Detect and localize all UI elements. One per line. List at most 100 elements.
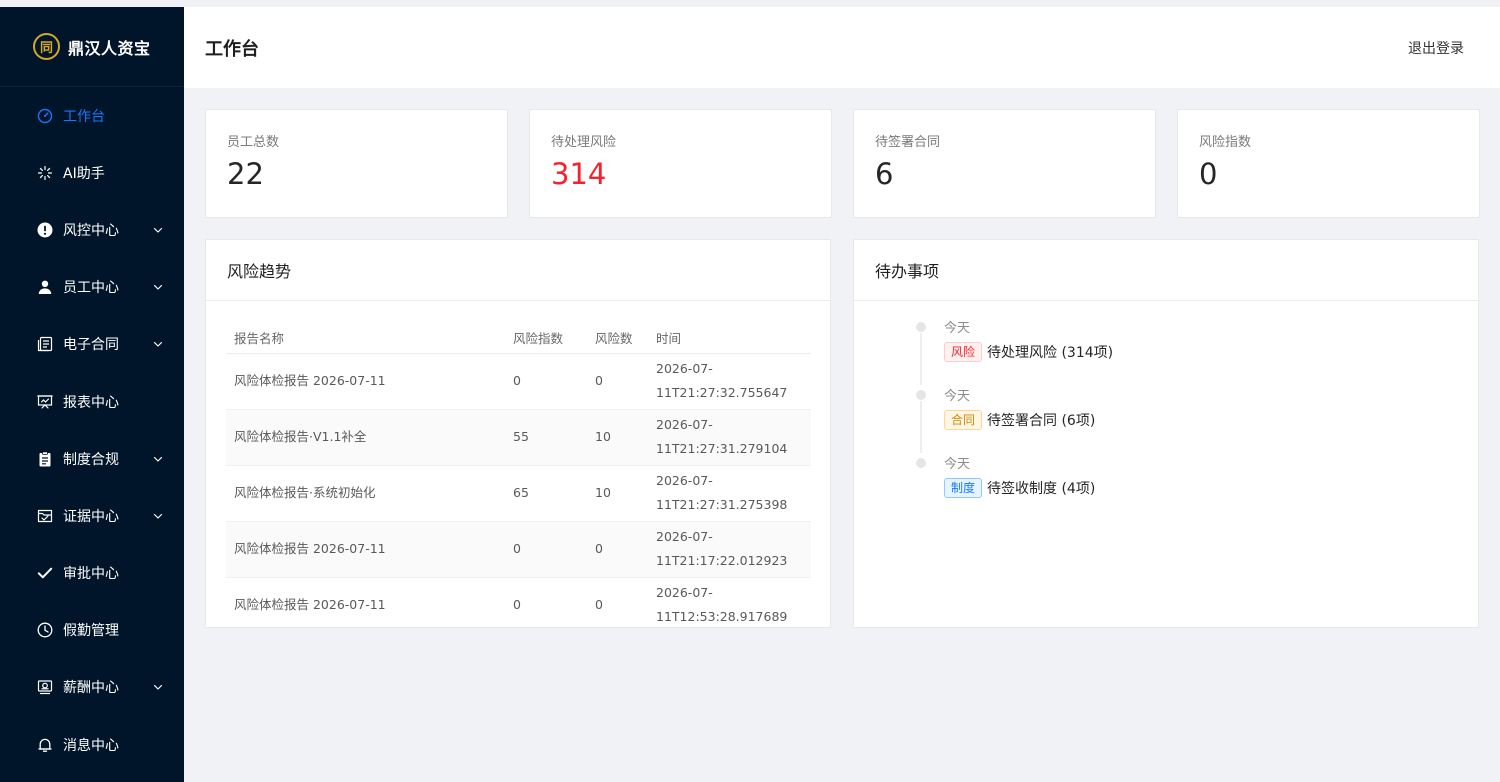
todo-text[interactable]: 待签收制度 (4项) [987, 478, 1095, 498]
sidebar-item-2[interactable]: 风控中心 [0, 201, 184, 258]
cell-risk-index: 0 [505, 577, 587, 627]
column-header: 报告名称 [226, 323, 505, 354]
chevron-down-icon [152, 281, 164, 293]
timeline-dot-icon [916, 390, 926, 400]
chevron-down-icon [152, 681, 164, 693]
sidebar-item-label: AI助手 [63, 165, 105, 182]
time-line-2: 11T12:53:28.917689 [656, 609, 788, 624]
sidebar-item-0[interactable]: 工作台 [0, 87, 184, 144]
evidence-icon [37, 508, 53, 524]
sidebar-item-label: 员工中心 [63, 280, 119, 297]
todo-panel: 待办事项 今天 风险 待处理风险 (314项) 今天 合同 待签署合同 (6项) 今天 制度待… [853, 239, 1479, 628]
todo-item[interactable]: 今天 合同 待签署合同 (6项) [916, 385, 1478, 453]
sidebar-item-label: 报表中心 [63, 394, 119, 411]
time-line-2: 11T21:17:22.012923 [656, 553, 788, 568]
timeline-connector [920, 333, 922, 385]
cell-risk-index: 65 [505, 465, 587, 522]
table-row[interactable]: 风险体检报告 2026-07-11 0 0 2026-07- 11T21:27:32.7… [226, 353, 811, 410]
sidebar-item-7[interactable]: 证据中心 [0, 487, 184, 544]
stat-card-pending-contracts: 待签署合同 6 [853, 109, 1156, 218]
cell-time: 2026-07- 11T21:27:32.755647 [648, 353, 811, 410]
app-name: 鼎汉人资宝 [68, 38, 151, 58]
time-line-1: 2026-07- [656, 529, 713, 544]
sidebar: 同 鼎汉人资宝 工作台 AI助手风控中心员工中心电子合同报表中心制度合规证据中心审… [0, 7, 184, 782]
stat-value: 314 [551, 157, 607, 191]
todo-tag: 制度 [944, 478, 983, 498]
stat-value: 6 [875, 157, 894, 191]
cell-time: 2026-07- 11T21:27:31.275398 [648, 465, 811, 522]
sidebar-item-label: 审批中心 [63, 566, 119, 583]
table-header-row: 报告名称 风险指数 风险数 时间 [226, 323, 811, 354]
chevron-down-icon [152, 510, 164, 522]
time-line-2: 11T21:27:31.279104 [656, 441, 788, 456]
table-row[interactable]: 风险体检报告·V1.1补全 55 10 2026-07- 11T21:27:31.279… [226, 409, 811, 466]
stat-card-pending-risks: 待处理风险 314 [529, 109, 832, 218]
cell-report-name: 风险体检报告 2026-07-11 [226, 353, 505, 410]
chevron-down-icon [152, 224, 164, 236]
stat-value: 0 [1199, 157, 1218, 191]
sidebar-item-11[interactable]: 消息中心 [0, 716, 184, 773]
sidebar-item-3[interactable]: 员工中心 [0, 259, 184, 316]
risk-trend-panel: 风险趋势 报告名称 风险指数 风险数 时间 风险体检报告 2026-07-11 0… [205, 239, 831, 628]
sidebar-item-1[interactable]: AI助手 [0, 144, 184, 201]
risk-trend-table: 报告名称 风险指数 风险数 时间 风险体检报告 2026-07-11 0 0 2026… [226, 323, 811, 627]
sidebar-item-4[interactable]: 电子合同 [0, 316, 184, 373]
cell-risk-count: 0 [587, 577, 648, 627]
todo-date: 今天 [944, 321, 971, 336]
todo-tag: 风险 [944, 342, 983, 362]
stat-label: 待签署合同 [875, 135, 941, 150]
todo-text[interactable]: 待签署合同 (6项) [987, 410, 1095, 430]
stat-label: 员工总数 [227, 135, 280, 150]
clock-icon [37, 622, 53, 638]
alert-icon [37, 222, 53, 238]
check-icon [37, 565, 53, 581]
todo-date: 今天 [944, 457, 971, 472]
dashboard-icon [37, 108, 53, 124]
app-logo[interactable]: 同 鼎汉人资宝 [0, 7, 184, 87]
cell-report-name: 风险体检报告 2026-07-11 [226, 577, 505, 627]
cell-risk-index: 55 [505, 409, 587, 466]
top-header: 工作台 退出登录 [184, 7, 1500, 88]
sidebar-item-10[interactable]: 薪酬中心 [0, 659, 184, 716]
timeline-dot-icon [916, 458, 926, 468]
cell-risk-index: 0 [505, 521, 587, 578]
sidebar-menu: 工作台 AI助手风控中心员工中心电子合同报表中心制度合规证据中心审批中心假勤管理薪… [0, 87, 184, 773]
contract-icon [37, 336, 53, 352]
todo-item[interactable]: 今天风险 待处理风险 (314项) [916, 317, 1478, 385]
cell-report-name: 风险体检报告·系统初始化 [226, 465, 505, 522]
bell-icon [37, 737, 53, 753]
sidebar-item-8[interactable]: 审批中心 [0, 545, 184, 602]
cell-risk-count: 10 [587, 409, 648, 466]
clipboard-icon [37, 451, 53, 467]
user-icon [37, 279, 53, 295]
todo-date: 今天 [944, 389, 971, 404]
sidebar-item-label: 电子合同 [63, 337, 119, 354]
stat-label: 风险指数 [1199, 135, 1252, 150]
presentation-icon [37, 394, 53, 410]
stat-label: 待处理风险 [551, 135, 617, 150]
cell-risk-index: 0 [505, 353, 587, 410]
table-row[interactable]: 风险体检报告 2026-07-11 0 0 2026-07- 11T12:53:28.9… [226, 577, 811, 627]
panel-title: 风险趋势 [206, 240, 830, 301]
chevron-down-icon [152, 338, 164, 350]
logout-button[interactable]: 退出登录 [1408, 38, 1464, 58]
panel-title: 待办事项 [854, 240, 1478, 301]
sidebar-item-5[interactable]: 报表中心 [0, 373, 184, 430]
sidebar-item-6[interactable]: 制度合规 [0, 430, 184, 487]
sidebar-item-label: 假勤管理 [63, 623, 119, 640]
todo-text[interactable]: 待处理风险 (314项) [987, 342, 1113, 362]
cell-time: 2026-07- 11T12:53:28.917689 [648, 577, 811, 627]
cell-risk-count: 10 [587, 465, 648, 522]
sidebar-item-label: 风控中心 [63, 222, 119, 239]
salary-icon [37, 679, 53, 695]
column-header: 风险数 [587, 323, 648, 354]
todo-item[interactable]: 今天制度 待签收制度 (4项) [916, 453, 1478, 521]
table-row[interactable]: 风险体检报告 2026-07-11 0 0 2026-07- 11T21:17:22.0… [226, 521, 811, 578]
table-row[interactable]: 风险体检报告·系统初始化 65 10 2026-07- 11T21:27:31.2753… [226, 465, 811, 522]
cell-risk-count: 0 [587, 521, 648, 578]
time-line-1: 2026-07- [656, 361, 713, 376]
cell-report-name: 风险体检报告 2026-07-11 [226, 521, 505, 578]
sidebar-item-9[interactable]: 假勤管理 [0, 602, 184, 659]
sidebar-item-label: 薪酬中心 [63, 680, 119, 697]
sidebar-item-label: 证据中心 [63, 508, 119, 525]
